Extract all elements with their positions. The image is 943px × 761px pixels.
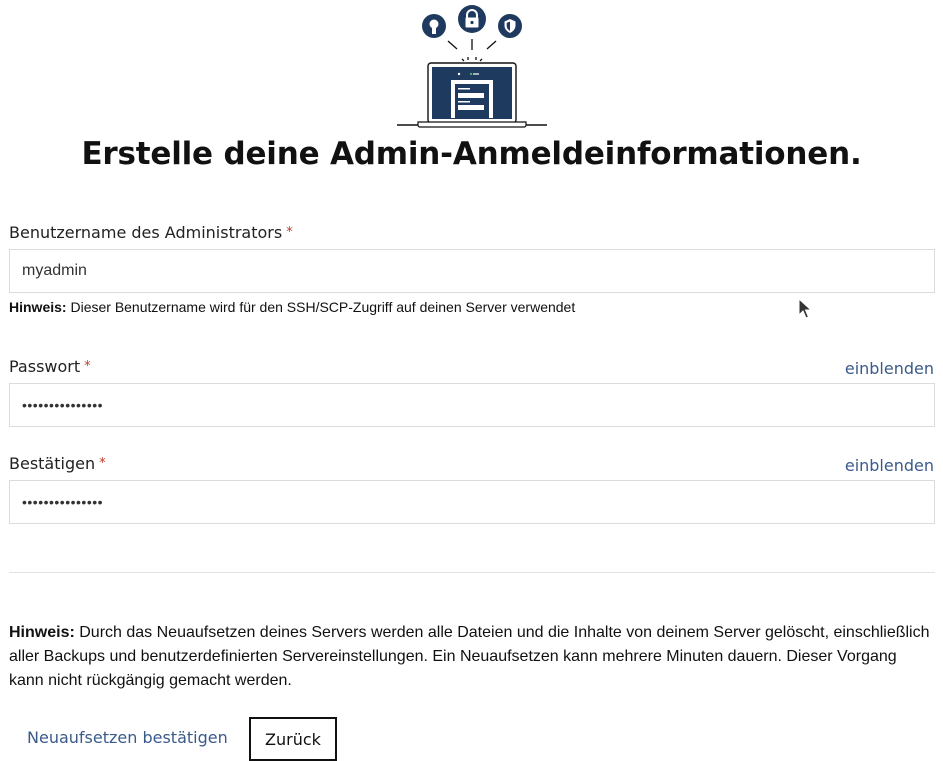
lock-icon	[458, 5, 486, 33]
username-label: Benutzername des Administrators *	[9, 223, 293, 242]
mouse-cursor-icon	[798, 298, 812, 319]
confirm-reset-button[interactable]: Neuaufsetzen bestätigen	[27, 728, 228, 747]
password-show-toggle[interactable]: einblenden	[845, 359, 934, 378]
notice-prefix: Hinweis:	[9, 624, 75, 641]
page-title: Erstelle deine Admin-Anmeldeinformatione…	[81, 136, 862, 172]
username-hint: Hinweis: Dieser Benutzername wird für de…	[9, 299, 575, 315]
award-icon	[422, 14, 446, 38]
password-label-text: Passwort	[9, 357, 81, 376]
confirm-label-text: Bestätigen	[9, 454, 96, 473]
username-hint-prefix: Hinweis:	[9, 299, 67, 315]
required-mark: *	[99, 456, 106, 471]
divider	[9, 572, 935, 573]
shield-icon	[498, 14, 522, 38]
password-label: Passwort *	[9, 357, 91, 376]
password-input[interactable]	[9, 383, 935, 427]
required-mark: *	[84, 359, 91, 374]
username-label-text: Benutzername des Administrators	[9, 223, 283, 242]
notice-text: Durch das Neuaufsetzen deines Servers we…	[9, 624, 930, 689]
username-input[interactable]	[9, 249, 935, 293]
reset-notice: Hinweis: Durch das Neuaufsetzen deines S…	[9, 621, 935, 693]
laptop-icon	[397, 62, 547, 128]
confirm-input[interactable]	[9, 480, 935, 524]
laptop-login-illustration	[397, 5, 547, 128]
confirm-label: Bestätigen *	[9, 454, 106, 473]
confirm-show-toggle[interactable]: einblenden	[845, 456, 934, 475]
required-mark: *	[286, 225, 293, 240]
back-button[interactable]: Zurück	[249, 717, 337, 761]
username-hint-text: Dieser Benutzername wird für den SSH/SCP…	[66, 299, 576, 315]
